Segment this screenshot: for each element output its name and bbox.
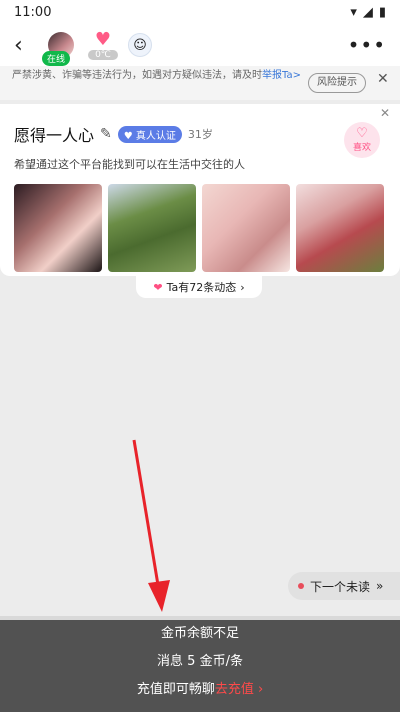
contact-avatar-wrap[interactable]: 在线: [42, 32, 74, 66]
report-link[interactable]: 举报Ta>: [262, 70, 301, 81]
profile-name: 愿得一人心: [14, 126, 95, 145]
more-icon[interactable]: •••: [348, 33, 386, 57]
toast-recharge-prefix: 充值即可畅聊: [136, 682, 215, 697]
verified-badge: ♥ 真人认证: [117, 125, 182, 143]
like-label: 喜欢: [352, 143, 371, 153]
toast-price: 消息 5 金币/条: [157, 654, 243, 669]
profile-photo[interactable]: [14, 184, 102, 272]
cards-icon: ❤: [153, 280, 163, 294]
moments-link[interactable]: ❤ Ta有72条动态 ›: [136, 276, 262, 298]
insufficient-coins-toast: 金币余额不足 消息 5 金币/条 充值即可畅聊去充值 ›: [0, 620, 400, 712]
profile-card: ✕ 愿得一人心 ✎ ♥ 真人认证 31岁 ♡ 喜欢 希望通过这个平台能找到可以在…: [0, 104, 400, 276]
chat-header: ‹ 在线 ♥ 0℃ ☺ •••: [0, 24, 400, 66]
photo-gallery: [14, 184, 386, 272]
toast-recharge-row: 充值即可畅聊去充值 ›: [0, 676, 400, 704]
chevron-right-icon: ›: [253, 682, 264, 697]
name-row: 愿得一人心 ✎ ♥ 真人认证 31岁: [14, 122, 386, 146]
heart-icon: ♥: [94, 29, 112, 50]
toast-title: 金币余额不足: [160, 626, 239, 641]
status-time: 11:00: [14, 4, 52, 20]
next-unread-label: 下一个未读: [310, 579, 371, 594]
my-avatar[interactable]: ☺: [128, 33, 152, 57]
battery-icon: ▮: [378, 4, 386, 20]
verified-label: 真人认证: [135, 130, 176, 142]
warning-text: 严禁涉黄、诈骗等违法行为，如遇对方疑似违法，请及时举报Ta>: [12, 69, 302, 83]
shield-icon: ♥: [123, 130, 136, 142]
chevron-right-icon: ›: [240, 280, 245, 294]
intimacy-temperature[interactable]: ♥ 0℃: [88, 30, 118, 60]
profile-photo[interactable]: [296, 184, 384, 272]
warning-message: 严禁涉黄、诈骗等违法行为，如遇对方疑似违法，请及时: [12, 70, 262, 81]
profile-bio: 希望通过这个平台能找到可以在生活中交往的人: [14, 158, 245, 171]
risk-tips-button[interactable]: 风险提示: [308, 73, 366, 93]
status-bar: 11:00 ▾ ◢ ▮: [0, 0, 400, 24]
profile-photo[interactable]: [108, 184, 196, 272]
heart-icon: ♡: [356, 126, 368, 141]
close-icon[interactable]: ✕: [380, 106, 390, 120]
unread-dot: [298, 583, 304, 589]
recharge-link[interactable]: 去充值: [215, 682, 254, 697]
moments-label: Ta有72条动态: [166, 281, 237, 294]
safety-warning: 严禁涉黄、诈骗等违法行为，如遇对方疑似违法，请及时举报Ta> 风险提示 ✕: [0, 66, 400, 100]
temperature-badge: 0℃: [88, 50, 118, 60]
like-button[interactable]: ♡ 喜欢: [344, 122, 380, 158]
chevron-right-icon: »: [376, 579, 384, 593]
profile-photo[interactable]: [202, 184, 290, 272]
back-arrow-icon[interactable]: ‹: [14, 33, 36, 58]
close-icon[interactable]: ✕: [377, 72, 389, 86]
profile-age: 31岁: [187, 128, 213, 141]
next-unread-button[interactable]: 下一个未读 »: [288, 572, 400, 600]
system-icons: ▾ ◢ ▮: [350, 5, 386, 20]
signal-icon: ◢: [362, 4, 373, 20]
edit-icon[interactable]: ✎: [100, 126, 112, 142]
online-badge: 在线: [42, 51, 71, 66]
wifi-icon: ▾: [350, 4, 357, 20]
